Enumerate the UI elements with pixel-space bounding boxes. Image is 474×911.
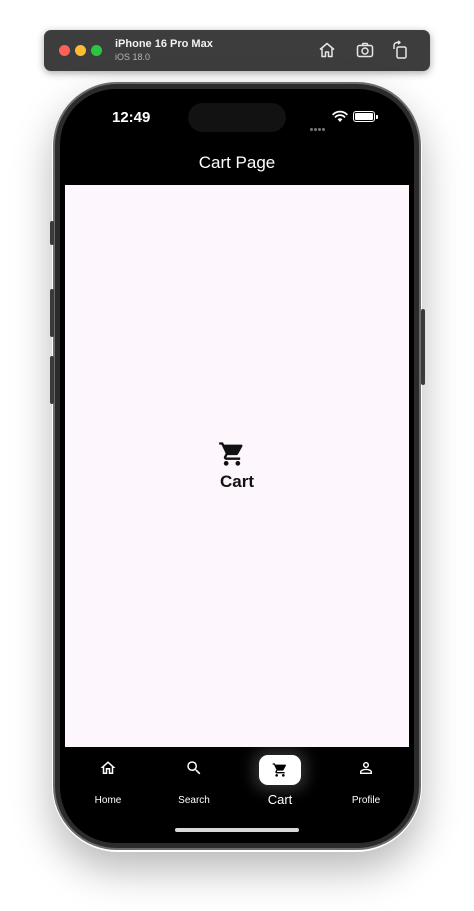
battery-tip [376,115,378,119]
shopping-cart-icon [218,440,246,468]
nav-label-cart: Cart [267,792,293,807]
nav-item-search[interactable]: Search [151,747,237,817]
search-icon [185,759,203,777]
nav-label-search: Search [178,795,210,806]
nav-item-cart[interactable]: Cart [237,747,323,817]
status-time: 12:49 [112,109,151,126]
close-window-button[interactable] [59,45,70,56]
wifi-icon [332,110,348,123]
simulator-os-version: iOS 18.0 [115,52,151,62]
active-indicator [259,755,301,785]
nav-label-home: Home [94,795,122,806]
zoom-window-button[interactable] [91,45,102,56]
home-icon[interactable] [317,40,337,60]
cellular-signal-icon [310,118,330,131]
nav-label-profile: Profile [351,795,381,806]
person-icon [357,759,375,777]
battery-icon [353,111,375,122]
dynamic-island [188,103,286,132]
phone-screen: 12:49 Cart Page Cart Home Search Cart Pr… [60,89,414,843]
simulator-device-name: iPhone 16 Pro Max [115,38,213,50]
rotate-icon[interactable] [391,40,411,60]
screenshot-icon[interactable] [355,40,375,60]
nav-item-profile[interactable]: Profile [323,747,409,817]
page-body-label: Cart [219,472,254,491]
page-title: Cart Page [198,153,276,172]
nav-item-home[interactable]: Home [65,747,151,817]
home-indicator[interactable] [175,828,299,832]
volume-up-button [50,289,54,337]
simulator-title-bar: iPhone 16 Pro Max iOS 18.0 [44,30,430,71]
shopping-cart-icon [272,763,287,777]
volume-down-button [50,356,54,404]
home-icon [99,759,117,777]
action-button [50,221,54,245]
power-button [421,309,425,385]
screen: iPhone 16 Pro Max iOS 18.0 12:49 Cart Pa… [0,0,474,911]
minimize-window-button[interactable] [75,45,86,56]
